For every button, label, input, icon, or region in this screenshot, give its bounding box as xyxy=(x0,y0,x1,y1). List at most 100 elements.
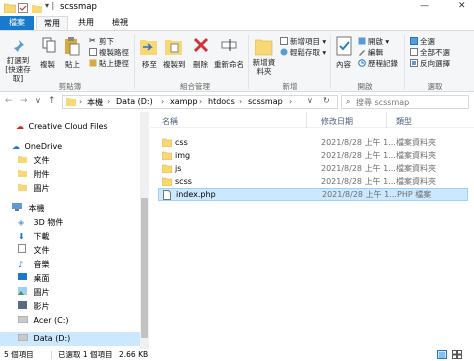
easy-access-icon[interactable] xyxy=(280,48,288,56)
file-row[interactable]: js 2021/8/28 上午 1... 檔案資料夾 xyxy=(158,162,468,175)
address-bar[interactable]: › 本機 › Data (D:) › xampp › htdocs › scss… xyxy=(62,95,338,109)
refresh-icon[interactable]: ↻ xyxy=(323,96,330,105)
cut-icon[interactable]: ✂ xyxy=(89,36,96,45)
nav-item-onedrive-pictures[interactable]: 圖片 xyxy=(18,182,50,196)
paste-shortcut-icon[interactable] xyxy=(89,59,97,67)
new-item-button[interactable]: 新增項目 ▾ xyxy=(290,36,326,47)
up-arrow-icon[interactable]: ↑ xyxy=(48,96,56,106)
large-icons-view-icon[interactable] xyxy=(452,350,462,359)
tab-share[interactable]: 共用 xyxy=(70,16,102,30)
copy-button[interactable]: 複製 xyxy=(40,59,55,70)
folder-icon xyxy=(66,97,76,106)
nav-item-documents[interactable]: 文件 xyxy=(18,244,50,258)
move-to-icon[interactable] xyxy=(140,36,158,56)
open-button[interactable]: 開啟 ▾ xyxy=(368,36,389,47)
nav-item-pictures[interactable]: 圖片 xyxy=(18,286,50,300)
breadcrumb-separator: › xyxy=(79,97,83,106)
copy-to-button[interactable]: 複製到 xyxy=(163,59,186,70)
nav-item-drive-c[interactable]: Acer (C:) xyxy=(17,314,69,328)
nav-item-desktop[interactable]: 桌面 xyxy=(18,272,50,286)
history-icon[interactable] xyxy=(358,59,366,67)
nav-item-onedrive-documents[interactable]: 文件 xyxy=(18,154,50,168)
new-item-icon[interactable] xyxy=(280,37,288,45)
rename-icon[interactable] xyxy=(221,37,237,53)
details-view-icon[interactable] xyxy=(437,350,447,359)
properties-quick-icon[interactable] xyxy=(18,3,28,13)
forward-arrow-icon[interactable]: → xyxy=(20,96,28,106)
nav-item-downloads[interactable]: ⬇ 下載 xyxy=(18,230,50,244)
paste-shortcut-button[interactable]: 貼上捷徑 xyxy=(99,58,129,69)
properties-icon[interactable] xyxy=(336,36,352,56)
nav-item-drive-d[interactable]: Data (D:) xyxy=(0,332,140,346)
file-name: css xyxy=(175,138,188,147)
nav-scrollbar[interactable] xyxy=(140,112,149,349)
delete-icon[interactable] xyxy=(193,37,209,53)
column-header-date[interactable]: 修改日期 xyxy=(321,116,353,127)
folder-icon xyxy=(162,164,172,173)
invert-selection-button[interactable]: 反向選擇 xyxy=(420,58,450,69)
edit-button[interactable]: 編輯 xyxy=(368,47,383,58)
column-divider[interactable] xyxy=(386,112,387,128)
nav-item-music[interactable]: ♪ 音樂 xyxy=(18,258,50,272)
copy-path-icon[interactable] xyxy=(89,48,97,56)
copy-to-icon[interactable] xyxy=(165,36,183,56)
file-row[interactable]: scss 2021/8/28 上午 1... 檔案資料夾 xyxy=(158,175,468,188)
close-button[interactable]: ✕ xyxy=(458,1,466,11)
breadcrumb-data-drive[interactable]: Data (D:) xyxy=(116,97,153,106)
invert-selection-icon[interactable] xyxy=(410,59,418,67)
search-box[interactable]: ⌕ 搜尋 scssmap xyxy=(341,95,469,109)
copy-icon[interactable] xyxy=(42,37,56,53)
search-input[interactable]: 搜尋 scssmap xyxy=(356,97,409,108)
breadcrumb-xampp[interactable]: xampp xyxy=(170,97,198,106)
breadcrumb-htdocs[interactable]: htdocs xyxy=(208,97,235,106)
nav-item-videos[interactable]: 影片 xyxy=(18,300,50,314)
pin-quick-access-button[interactable]: 釘選到[快速存取] xyxy=(3,56,33,83)
rename-button[interactable]: 重新命名 xyxy=(214,59,244,70)
column-header-type[interactable]: 類型 xyxy=(396,116,412,127)
tab-home[interactable]: 常用 xyxy=(36,16,68,30)
nav-item-3d-objects[interactable]: ◈ 3D 物件 xyxy=(18,216,63,230)
delete-button[interactable]: 刪除 xyxy=(193,59,208,70)
nav-item-attachments[interactable]: 附件 xyxy=(18,168,50,182)
paste-icon[interactable] xyxy=(64,36,80,56)
file-row-selected[interactable]: index.php 2021/8/28 上午 1... PHP 檔案 xyxy=(158,188,468,201)
column-divider[interactable] xyxy=(306,112,307,128)
cut-button[interactable]: 剪下 xyxy=(99,36,114,47)
address-dropdown-icon[interactable]: ∨ xyxy=(307,96,313,105)
pin-icon[interactable] xyxy=(12,39,26,53)
minimize-button[interactable]: — xyxy=(420,1,429,11)
edit-icon[interactable] xyxy=(358,48,366,56)
nav-item-creative-cloud[interactable]: ☁ Creative Cloud Files xyxy=(16,120,108,134)
tab-file[interactable]: 檔案 xyxy=(0,16,34,30)
select-all-icon[interactable] xyxy=(410,37,418,45)
nav-item-onedrive[interactable]: ☁ OneDrive xyxy=(12,140,62,154)
documents-icon xyxy=(18,244,31,258)
move-to-button[interactable]: 移至 xyxy=(142,59,157,70)
file-row[interactable]: css 2021/8/28 上午 1... 檔案資料夾 xyxy=(158,136,468,149)
status-bar: 5 個項目 | 已選取 1 個項目 2.66 KB xyxy=(0,349,474,361)
select-none-icon[interactable] xyxy=(410,48,418,56)
select-none-button[interactable]: 全部不選 xyxy=(420,47,450,58)
properties-button[interactable]: 內容 xyxy=(336,59,351,70)
new-folder-icon[interactable] xyxy=(255,36,273,56)
quick-access-dropdown-icon[interactable]: ▾ | xyxy=(45,1,54,10)
file-row[interactable]: img 2021/8/28 上午 1... 檔案資料夾 xyxy=(158,149,468,162)
nav-scrollbar-thumb[interactable] xyxy=(141,198,148,338)
nav-item-this-pc[interactable]: 本機 xyxy=(12,202,45,216)
select-all-button[interactable]: 全選 xyxy=(420,36,435,47)
breadcrumb-scssmap[interactable]: scssmap xyxy=(248,97,283,106)
open-icon[interactable] xyxy=(358,37,366,45)
paste-button[interactable]: 貼上 xyxy=(65,59,80,70)
recent-locations-icon[interactable]: ∨ xyxy=(35,96,41,105)
new-folder-button[interactable]: 新增資料夾 xyxy=(252,58,276,76)
tab-view[interactable]: 檢視 xyxy=(104,16,136,30)
file-name: index.php xyxy=(176,190,216,199)
new-folder-quick-icon[interactable] xyxy=(32,3,42,13)
history-button[interactable]: 歷程記錄 xyxy=(368,58,398,69)
copy-path-button[interactable]: 複製路徑 xyxy=(99,47,129,58)
nav-item-label: 本機 xyxy=(28,204,45,213)
column-header-name[interactable]: 名稱 xyxy=(162,116,178,127)
breadcrumb-this-pc[interactable]: 本機 xyxy=(87,97,103,108)
easy-access-button[interactable]: 輕鬆存取 ▾ xyxy=(290,47,326,58)
back-arrow-icon[interactable]: ← xyxy=(5,96,13,106)
